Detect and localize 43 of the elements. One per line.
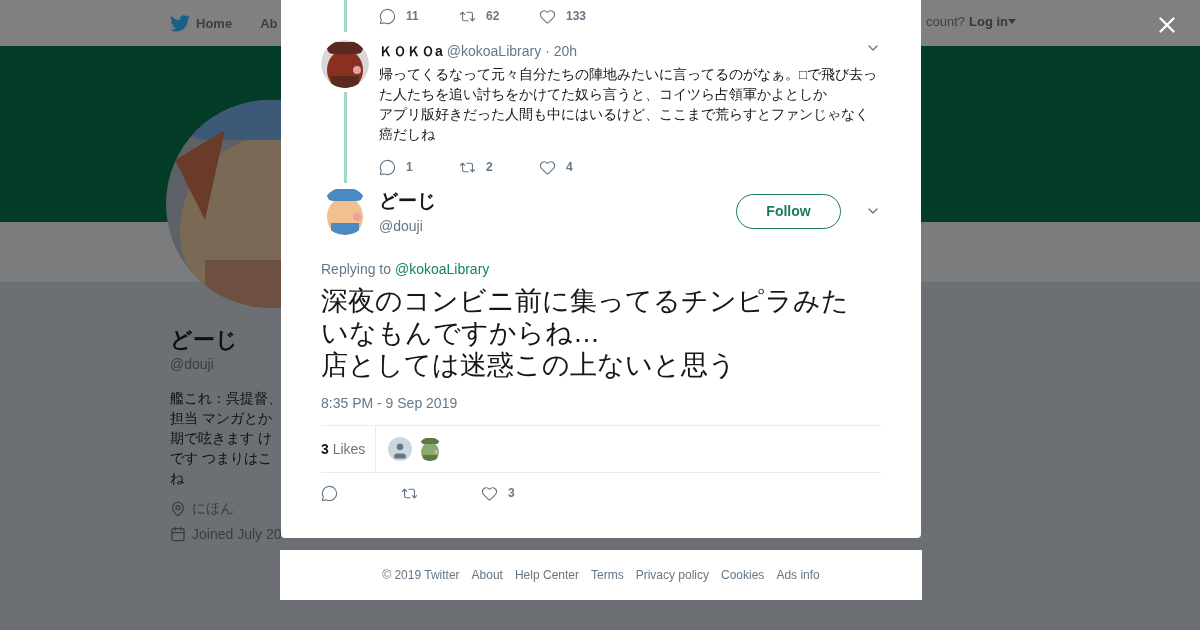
footer-link[interactable]: Terms: [591, 568, 624, 582]
caret-icon: [1008, 19, 1017, 24]
profile-name: どーじ: [170, 326, 238, 354]
footer-link[interactable]: Ads info: [776, 568, 820, 582]
author-handle: @douji: [379, 218, 424, 234]
likes-count[interactable]: 3 Likes: [321, 426, 377, 472]
follow-button[interactable]: Follow: [736, 193, 841, 229]
login-link[interactable]: Log in: [969, 14, 1017, 29]
nav-link[interactable]: Ab: [260, 15, 278, 31]
reply-button[interactable]: 1: [379, 158, 459, 176]
calendar-icon: [170, 526, 186, 542]
comment-icon: [379, 7, 396, 25]
footer-link[interactable]: About: [471, 568, 503, 582]
like-button[interactable]: 133: [539, 7, 619, 25]
mention-link[interactable]: @kokoaLibrary: [394, 261, 490, 277]
retweet-button[interactable]: 62: [459, 7, 539, 25]
tweet-text: 深夜のコンビニ前に集ってるチンピラみた いなもんですからね… 店としては迷惑この上ないと思う: [321, 285, 850, 381]
like-button[interactable]: 4: [539, 158, 619, 176]
heart-icon: [539, 158, 556, 176]
heart-icon: [481, 484, 498, 502]
like-button[interactable]: 3: [481, 484, 561, 502]
reply-button[interactable]: 11: [379, 7, 459, 25]
nav-link[interactable]: Home: [170, 14, 233, 32]
tweet-time: · 20h: [545, 43, 578, 59]
footer-link[interactable]: Privacy policy: [635, 568, 709, 582]
author-name: どーじ: [379, 189, 436, 213]
footer-link[interactable]: Help Center: [514, 568, 579, 582]
location-icon: [170, 501, 186, 517]
replying-label: Replying to: [321, 261, 392, 277]
footer-link[interactable]: Cookies: [721, 568, 765, 582]
heart-icon: [539, 7, 556, 25]
default-avatar-icon[interactable]: [388, 437, 413, 461]
bird-icon: [170, 14, 190, 32]
tweet-timestamp: 8:35 PM - 9 Sep 2019: [321, 395, 459, 411]
account-prompt: count?: [926, 14, 966, 29]
comment-icon: [379, 158, 396, 176]
retweet-button[interactable]: 2: [459, 158, 539, 176]
comment-icon: [321, 484, 338, 502]
author-name: ＫＯＫＯa: [379, 43, 443, 61]
tweet-text: 帰ってくるなって元々自分たちの陣地みたいに言ってるのがなぁ。□で飛び去っ た人たちを追い討ちをかけてた奴ら言うと、コイツら占領軍かよとしか アプリ版好きだった人間も中にはいるけど、ここまで荒らすとファンじゃなく 癌だしね: [379, 66, 879, 144]
author-handle: @kokoaLibrary: [446, 43, 542, 59]
profile-bio: 艦これ：呉提督、 担当 マンガとか 期で呟きます け です つまりはこ ね: [170, 389, 282, 488]
copyright-text[interactable]: © 2019 Twitter: [382, 568, 460, 582]
